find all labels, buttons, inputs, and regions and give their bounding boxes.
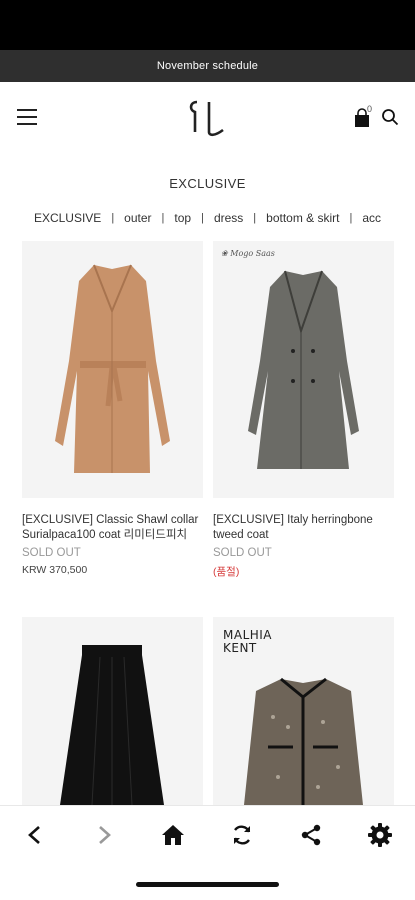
product-status: SOLD OUT: [213, 547, 272, 559]
cart-count: 0: [367, 104, 373, 114]
search-icon[interactable]: [381, 108, 399, 126]
camel-coat-image: [22, 241, 203, 498]
black-skirt-image: [22, 617, 203, 805]
product-card[interactable]: MALHIA KENT: [213, 617, 394, 805]
product-status: SOLD OUT: [22, 547, 81, 559]
back-button[interactable]: [20, 820, 50, 850]
product-card[interactable]: ❀ Mogo Saas [EXCLUSIVE] Italy herringbon…: [213, 241, 394, 579]
brand-logo-mark: ❀ Mogo Saas: [221, 249, 275, 258]
category-top[interactable]: top: [174, 211, 191, 225]
refresh-button[interactable]: [227, 820, 257, 850]
tweed-coat-image: [213, 241, 394, 498]
header: 0: [0, 82, 415, 154]
menu-icon[interactable]: [17, 109, 37, 125]
product-image[interactable]: ❀ Mogo Saas: [213, 241, 394, 498]
logo[interactable]: [187, 98, 229, 138]
product-price: (품절): [213, 566, 240, 578]
settings-button[interactable]: [365, 820, 395, 850]
home-indicator: [136, 882, 279, 887]
product-name[interactable]: [EXCLUSIVE] Italy herringbone tweed coat: [213, 513, 394, 543]
brand-text: MALHIA KENT: [223, 628, 273, 655]
product-image[interactable]: [22, 617, 203, 805]
category-dress[interactable]: dress: [214, 211, 243, 225]
product-image[interactable]: [22, 241, 203, 498]
product-name[interactable]: [EXCLUSIVE] Classic Shawl collar Surialp…: [22, 513, 203, 543]
announcement-text: November schedule: [156, 60, 259, 72]
section-title: EXCLUSIVE: [169, 176, 246, 191]
category-separator: |: [111, 212, 115, 224]
category-outer[interactable]: outer: [124, 211, 151, 225]
product-price: KRW 370,500: [22, 564, 88, 576]
announcement-banner[interactable]: November schedule: [0, 50, 415, 82]
refresh-icon: [233, 825, 251, 845]
forward-button[interactable]: [89, 820, 119, 850]
share-button[interactable]: [296, 820, 326, 850]
category-separator: |: [161, 212, 165, 224]
category-separator: |: [349, 212, 353, 224]
category-separator: |: [253, 212, 257, 224]
category-nav: EXCLUSIVE | outer | top | dress | bottom…: [0, 210, 415, 226]
category-acc[interactable]: acc: [362, 211, 381, 225]
category-bottom-skirt[interactable]: bottom & skirt: [266, 211, 339, 225]
share-icon: [301, 824, 321, 846]
product-image[interactable]: MALHIA KENT: [213, 617, 394, 805]
back-icon: [28, 826, 40, 844]
home-button[interactable]: [158, 820, 188, 850]
product-card[interactable]: [22, 617, 203, 805]
product-card[interactable]: [EXCLUSIVE] Classic Shawl collar Surialp…: [22, 241, 203, 576]
category-exclusive[interactable]: EXCLUSIVE: [34, 211, 101, 225]
category-separator: |: [201, 212, 204, 224]
status-bar: [0, 0, 415, 50]
home-icon: [162, 825, 184, 845]
forward-icon: [99, 826, 111, 844]
settings-icon: [368, 823, 392, 847]
